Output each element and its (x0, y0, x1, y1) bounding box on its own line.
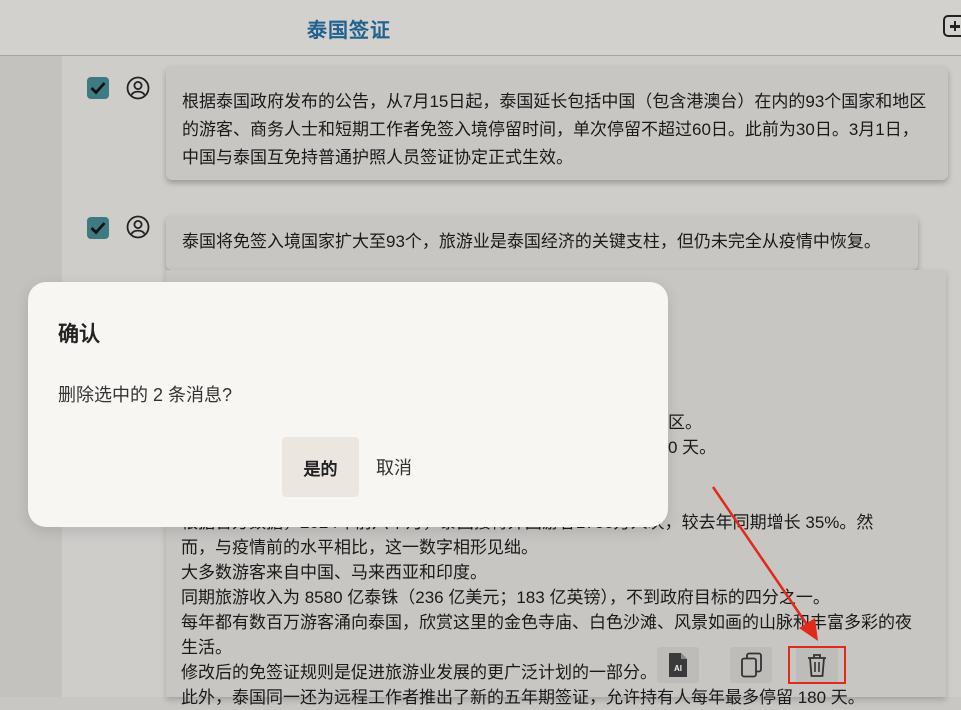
ai-label: AI (674, 664, 682, 673)
ai-document-icon: AI (669, 653, 687, 677)
confirm-button[interactable]: 是的 (282, 437, 359, 497)
highlight-box (788, 646, 846, 684)
plus-square-icon[interactable] (943, 15, 961, 37)
confirm-dialog: 确认 删除选中的 2 条消息? 是的 取消 (28, 282, 668, 527)
message-checkbox[interactable] (87, 217, 109, 239)
user-message-bubble: 泰国将免签入境国家扩大至93个，旅游业是泰国经济的关键支柱，但仍未完全从疫情中恢… (166, 215, 918, 270)
reply-line: 大多数游客来自中国、马来西亚和印度。 (181, 563, 487, 582)
reply-line: 而，与疫情前的水平相比，这一数字相形见绌。 (181, 538, 538, 557)
message-checkbox[interactable] (87, 77, 109, 99)
reply-line: 此外，泰国同一还为远程工作者推出了新的五年期签证，允许持有人每年最多停留 180… (181, 688, 865, 707)
user-avatar-icon (126, 215, 150, 239)
ai-action-button[interactable]: AI (657, 647, 699, 683)
dialog-message: 删除选中的 2 条消息? (58, 385, 233, 405)
reply-fragment: 区。 (668, 413, 702, 432)
reply-line: 每年都有数百万游客涌向泰国，欣赏这里的金色寺庙、白色沙滩、风景如画的山脉和丰富多… (181, 613, 912, 632)
user-avatar-icon (126, 76, 150, 100)
user-message-bubble: 根据泰国政府发布的公告，从7月15日起，泰国延长包括中国（包含港澳台）在内的93… (166, 66, 948, 180)
page-title: 泰国签证 (307, 20, 391, 42)
dialog-title: 确认 (58, 323, 100, 346)
cancel-button[interactable]: 取消 (364, 437, 424, 497)
copy-button[interactable] (730, 647, 772, 683)
reply-line: 同期旅游收入为 8580 亿泰铢（236 亿美元；183 亿英镑），不到政府目标… (181, 588, 830, 607)
copy-icon (741, 652, 762, 678)
reply-fragment: 0 天。 (668, 438, 717, 457)
header-bar: 泰国签证 (0, 0, 961, 56)
